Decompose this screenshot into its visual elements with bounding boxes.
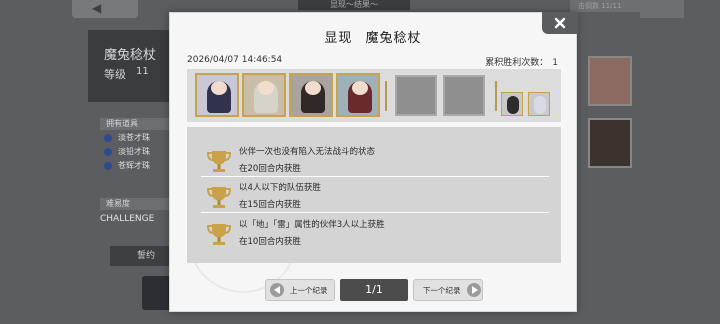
arrow-right-icon — [466, 283, 481, 297]
trophy-icon — [206, 151, 232, 172]
reward-card — [588, 118, 632, 168]
character-3-icon[interactable] — [289, 73, 333, 117]
support-1-icon[interactable] — [501, 92, 523, 116]
difficulty-section-label: 难易度 — [100, 198, 174, 210]
gem-item: 淡苍才珠 — [104, 132, 150, 144]
condition-title: 以「地」「雷」属性的伙伴3人以上获胜 — [239, 220, 385, 230]
condition-title: 伙伴一次也没有陷入无法战斗的状态 — [239, 147, 376, 157]
character-name: 魔兔稔杖 — [104, 48, 157, 63]
previous-record-button[interactable]: 上一个纪录 — [265, 279, 335, 301]
condition-title: 以4人以下的队伍获胜 — [239, 183, 321, 193]
next-record-label: 下一个纪录 — [423, 285, 461, 295]
condition-item: 以「地」「雷」属性的伙伴3人以上获胜 在10回合内获胜 — [201, 214, 549, 250]
team-divider — [385, 81, 387, 111]
team-lineup — [187, 69, 561, 122]
bottom-item — [142, 276, 172, 310]
character-panel — [88, 30, 180, 102]
win-count: 累积胜利次数： 1 — [485, 55, 558, 68]
gems-section-label: 拥有道具 — [100, 118, 174, 130]
previous-record-label: 上一个纪录 — [290, 285, 328, 295]
trophy-icon — [206, 224, 232, 245]
dialog-title: 显现 魔兔稔杖 — [324, 31, 422, 46]
win-count-label: 累积胜利次数： — [485, 58, 549, 68]
empty-slot — [443, 75, 485, 116]
character-1-icon[interactable] — [195, 73, 239, 117]
menu-tab — [640, 0, 684, 18]
support-2-icon[interactable] — [528, 92, 550, 116]
condition-item: 以4人以下的队伍获胜 在15回合内获胜 — [201, 177, 549, 213]
close-button[interactable] — [542, 12, 578, 34]
battle-record-dialog: 显现 魔兔稔杖 2026/04/07 14:46:54 累积胜利次数： 1 伙伴… — [169, 12, 578, 312]
level-value: 11 — [136, 66, 149, 77]
condition-item: 伙伴一次也没有陷入无法战斗的状态 在20回合内获胜 — [201, 141, 549, 177]
top-banner: 显现～结果～ — [298, 0, 410, 10]
condition-subtitle: 在20回合内获胜 — [239, 164, 301, 174]
empty-slot — [395, 75, 437, 116]
character-4-icon[interactable] — [336, 73, 380, 117]
conditions-panel: 伙伴一次也没有陷入无法战斗的状态 在20回合内获胜 以4人以下的队伍获胜 在15… — [187, 127, 561, 263]
gem-item: 淡铅才珠 — [104, 146, 150, 158]
close-icon — [554, 17, 566, 29]
win-count-value: 1 — [552, 58, 558, 68]
condition-subtitle: 在15回合内获胜 — [239, 200, 301, 210]
condition-subtitle: 在10回合内获胜 — [239, 237, 301, 247]
trophy-icon — [206, 187, 232, 208]
level-label: 等级 — [104, 68, 126, 81]
next-record-button[interactable]: 下一个纪录 — [413, 279, 483, 301]
difficulty-value: CHALLENGE — [100, 214, 155, 224]
character-2-icon[interactable] — [242, 73, 286, 117]
arrow-left-icon — [270, 283, 284, 297]
back-button — [72, 0, 138, 18]
record-date: 2026/04/07 14:46:54 — [187, 55, 283, 65]
back-arrow-icon: ◀ — [92, 1, 102, 15]
reward-card — [588, 56, 632, 106]
team-divider — [495, 81, 497, 111]
gem-item: 苍辉才珠 — [104, 160, 150, 172]
page-indicator: 1/1 — [340, 279, 408, 301]
